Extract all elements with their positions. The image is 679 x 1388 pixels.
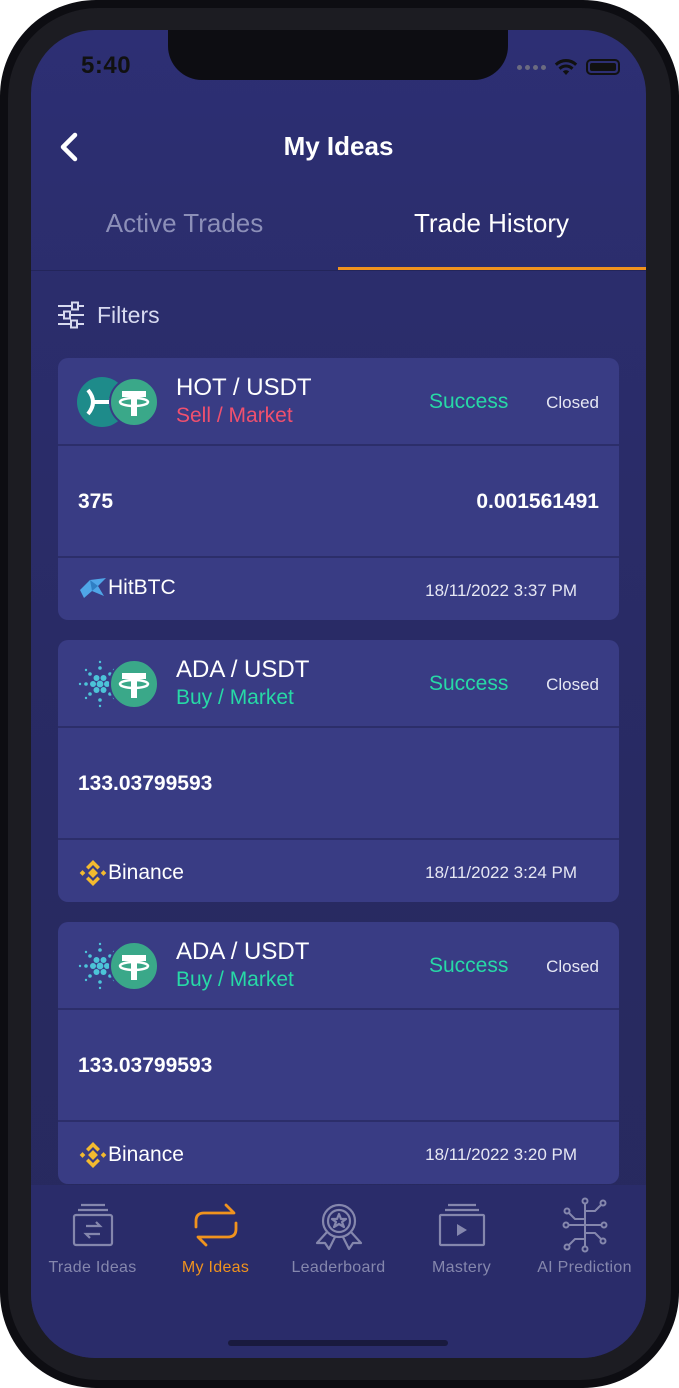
- tether-coin-icon: [109, 941, 159, 991]
- tab-active-trades[interactable]: Active Trades: [31, 208, 338, 239]
- tether-coin-icon: [109, 659, 159, 709]
- video-play-icon: [438, 1203, 485, 1247]
- bottom-nav: Trade Ideas My Ideas Leaderboard Mastery…: [31, 1185, 646, 1358]
- nav-label: Trade Ideas: [48, 1259, 137, 1276]
- nav-leaderboard[interactable]: Leaderboard: [277, 1197, 400, 1277]
- signal-icon: [517, 64, 546, 70]
- trade-state: Closed: [546, 957, 599, 976]
- trade-card-footer: HitBTC 18/11/2022 3:37 PM: [58, 558, 619, 620]
- trade-date: 18/11/2022 3:37 PM: [425, 581, 577, 600]
- trade-amount: 375: [78, 490, 114, 513]
- trade-side: Sell / Market: [176, 404, 293, 427]
- battery-icon: [586, 59, 620, 75]
- trade-card-header: HOT / USDT Sell / Market Success Closed: [58, 358, 619, 444]
- exchange-name: HitBTC: [108, 576, 176, 599]
- circuit-tree-icon: [562, 1197, 607, 1253]
- exchange: Binance: [78, 858, 184, 888]
- trade-state: Closed: [546, 675, 599, 694]
- nav-trade-ideas[interactable]: Trade Ideas: [31, 1197, 154, 1277]
- filters-button[interactable]: Filters: [57, 298, 160, 332]
- binance-icon: [79, 1142, 107, 1168]
- exchange: Binance: [78, 1140, 184, 1170]
- tether-coin-icon: [109, 377, 159, 427]
- trade-ideas-icon: [72, 1203, 113, 1247]
- nav-label: AI Prediction: [537, 1259, 632, 1276]
- trade-status: Success: [429, 954, 509, 977]
- exchange: HitBTC: [78, 576, 176, 600]
- tab-bar: Active Trades Trade History: [31, 190, 646, 270]
- status-time: 5:40: [81, 52, 132, 79]
- nav-ai-prediction[interactable]: AI Prediction: [523, 1197, 646, 1277]
- trade-side: Buy / Market: [176, 686, 294, 709]
- nav-label: Leaderboard: [291, 1259, 386, 1276]
- tab-trade-history[interactable]: Trade History: [338, 208, 645, 239]
- trade-card[interactable]: ADA / USDT Buy / Market Success Closed 1…: [58, 922, 619, 1184]
- exchange-name: Binance: [108, 1143, 184, 1166]
- trade-card-body: 133.03799593: [58, 1010, 619, 1120]
- coin-pair-icon: [78, 659, 159, 709]
- app-screen: 5:40 My Ideas Active Trades Trade Histor…: [31, 30, 646, 1358]
- hitbtc-icon: [80, 578, 106, 598]
- trade-card-footer: Binance 18/11/2022 3:20 PM: [58, 1122, 619, 1184]
- notch: [168, 30, 508, 80]
- home-indicator[interactable]: [228, 1340, 448, 1346]
- trade-amount: 133.03799593: [78, 772, 213, 795]
- filters-label: Filters: [97, 301, 160, 328]
- nav-mastery[interactable]: Mastery: [400, 1197, 523, 1277]
- trade-pair: ADA / USDT: [176, 938, 310, 965]
- award-badge-icon: [315, 1203, 362, 1251]
- trade-price: 0.001561491: [476, 490, 599, 513]
- trade-card[interactable]: HOT / USDT Sell / Market Success Closed …: [58, 358, 619, 620]
- trade-status: Success: [429, 672, 509, 695]
- page-title: My Ideas: [283, 131, 394, 161]
- trade-date: 18/11/2022 3:24 PM: [425, 863, 577, 882]
- trade-card-body: 133.03799593: [58, 728, 619, 838]
- trade-state: Closed: [546, 393, 599, 412]
- sliders-icon: [58, 301, 84, 329]
- exchange-name: Binance: [108, 861, 184, 884]
- nav-label: My Ideas: [181, 1259, 250, 1276]
- coin-pair-icon: [78, 941, 159, 991]
- tab-divider: [31, 270, 646, 271]
- coin-pair-icon: [77, 377, 159, 427]
- swap-arrows-icon: [194, 1203, 237, 1247]
- trade-status: Success: [429, 390, 509, 413]
- trade-date: 18/11/2022 3:20 PM: [425, 1145, 577, 1164]
- trade-card-footer: Binance 18/11/2022 3:24 PM: [58, 840, 619, 902]
- status-icons: [517, 58, 620, 76]
- trade-side: Buy / Market: [176, 968, 294, 991]
- nav-label: Mastery: [432, 1259, 491, 1276]
- wifi-icon: [554, 58, 578, 75]
- trade-pair: HOT / USDT: [176, 374, 312, 401]
- trade-card-body: 375 0.001561491: [58, 446, 619, 556]
- binance-icon: [79, 860, 107, 886]
- trade-amount: 133.03799593: [78, 1054, 213, 1077]
- trade-card-header: ADA / USDT Buy / Market Success Closed: [58, 640, 619, 726]
- trade-pair: ADA / USDT: [176, 656, 310, 683]
- trade-card[interactable]: ADA / USDT Buy / Market Success Closed 1…: [58, 640, 619, 902]
- trade-card-header: ADA / USDT Buy / Market Success Closed: [58, 922, 619, 1008]
- app-header: My Ideas: [31, 125, 646, 175]
- nav-my-ideas[interactable]: My Ideas: [154, 1197, 277, 1277]
